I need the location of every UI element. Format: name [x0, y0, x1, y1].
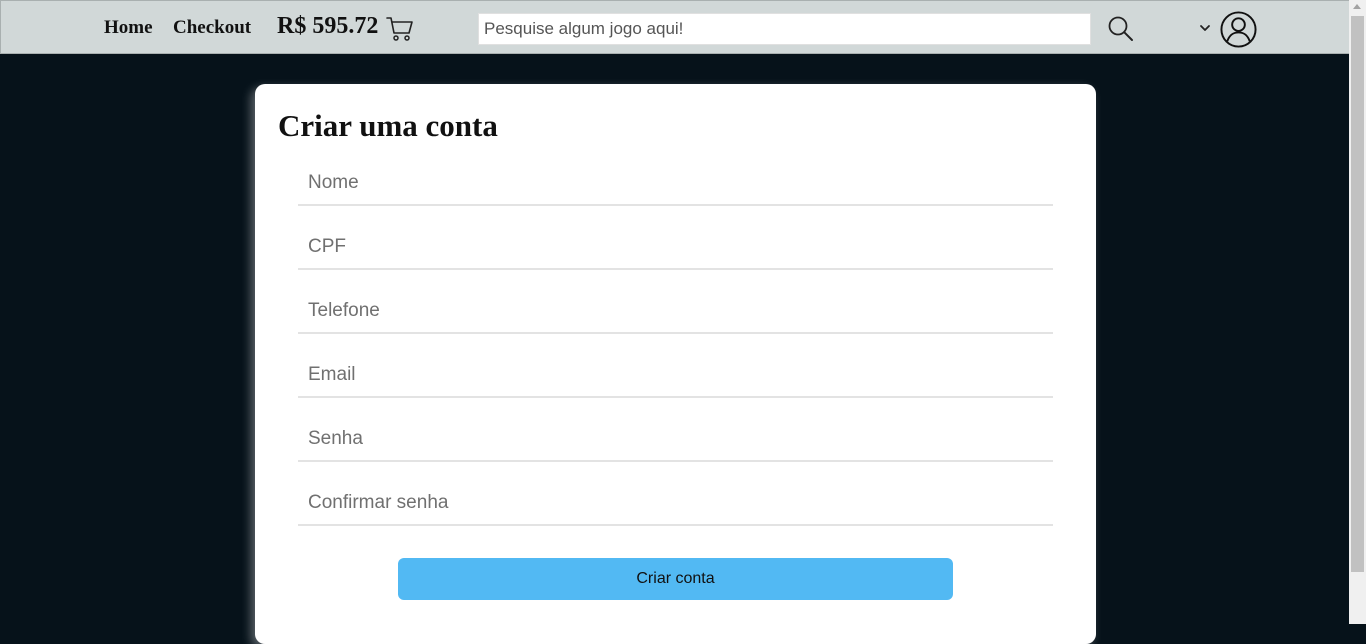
nav-home-link[interactable]: Home	[104, 17, 153, 39]
cart-icon[interactable]	[386, 16, 414, 42]
user-icon[interactable]	[1219, 10, 1258, 49]
cpf-field[interactable]	[298, 226, 1053, 270]
scrollbar-thumb[interactable]	[1351, 16, 1364, 572]
search-icon[interactable]	[1107, 15, 1135, 43]
search-input[interactable]	[478, 13, 1091, 45]
email-field[interactable]	[298, 354, 1053, 398]
name-field[interactable]	[298, 162, 1053, 206]
chevron-down-icon[interactable]	[1199, 23, 1211, 33]
scroll-up-icon[interactable]	[1353, 4, 1361, 9]
navbar: Home Checkout R$ 595.72	[0, 0, 1366, 54]
cart-total: R$ 595.72	[277, 13, 379, 39]
phone-field[interactable]	[298, 290, 1053, 334]
create-account-button[interactable]: Criar conta	[398, 558, 953, 600]
confirm-password-field[interactable]	[298, 482, 1053, 526]
page-scrollbar[interactable]	[1349, 0, 1366, 624]
nav-checkout-link[interactable]: Checkout	[173, 17, 251, 39]
page-title: Criar uma conta	[278, 108, 498, 143]
signup-card: Criar uma conta Criar conta	[255, 84, 1096, 644]
password-field[interactable]	[298, 418, 1053, 462]
